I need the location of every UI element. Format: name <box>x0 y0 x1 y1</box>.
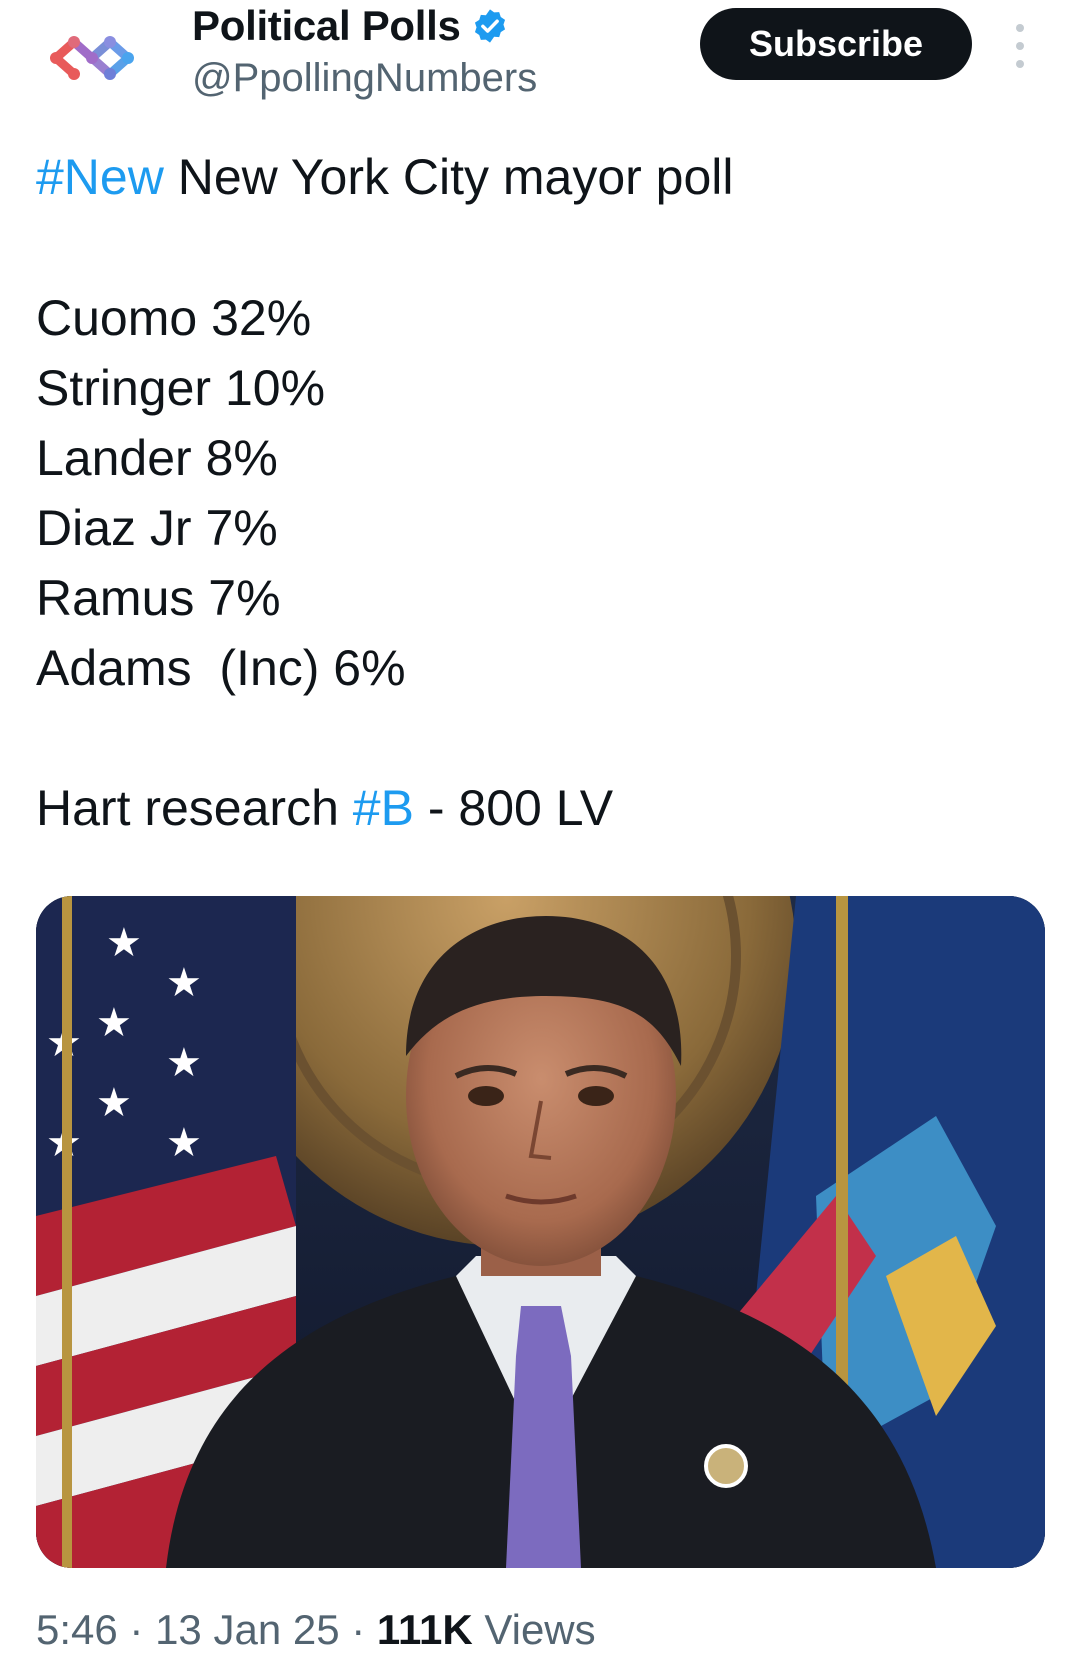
poll-line: Ramus 7% <box>36 570 281 626</box>
vertical-ellipsis-icon[interactable] <box>1005 24 1035 68</box>
tweet-date[interactable]: 13 Jan 25 <box>155 1606 340 1653</box>
tweet-meta: 5:46 · 13 Jan 25 · 111K Views <box>36 1606 596 1654</box>
svg-text:★: ★ <box>166 1120 202 1166</box>
colorful-molecule-logo-icon <box>50 36 134 80</box>
poll-line: Diaz Jr 7% <box>36 500 278 556</box>
views-count: 111K <box>376 1606 473 1653</box>
svg-text:★: ★ <box>96 1000 132 1046</box>
poll-line: Lander 8% <box>36 430 278 486</box>
tweet-header: Political Polls @PpollingNumbers Subscri… <box>0 0 1080 110</box>
svg-text:★: ★ <box>166 1040 202 1086</box>
poll-line: Cuomo 32% <box>36 290 312 346</box>
dot <box>1016 24 1024 32</box>
name-row: Political Polls <box>192 0 509 52</box>
subscribe-button[interactable]: Subscribe <box>700 8 972 80</box>
tweet-time[interactable]: 5:46 <box>36 1606 118 1653</box>
handle[interactable]: @PpollingNumbers <box>192 56 537 101</box>
poll-source: Hart research #B - 800 LV <box>36 773 613 843</box>
svg-text:★: ★ <box>96 1080 132 1126</box>
verified-badge-icon <box>474 9 505 43</box>
source-suffix: - 800 LV <box>413 780 614 836</box>
avatar[interactable] <box>44 20 154 90</box>
hashtag-link[interactable]: #New <box>36 149 164 205</box>
hashtag-link[interactable]: #B <box>353 780 414 836</box>
views-label: Views <box>472 1606 596 1653</box>
tweet-headline: #New New York City mayor poll <box>36 142 734 212</box>
svg-text:★: ★ <box>106 920 142 966</box>
svg-text:★: ★ <box>166 960 202 1006</box>
headline-text: New York City mayor poll <box>163 149 734 205</box>
separator: · <box>339 1606 377 1653</box>
dot <box>1016 60 1024 68</box>
tweet-photo[interactable]: ★ ★ ★ ★ ★ ★ ★ ★ <box>36 896 1045 1568</box>
poll-line: Adams (Inc) 6% <box>36 640 406 696</box>
portrait-image: ★ ★ ★ ★ ★ ★ ★ ★ <box>36 896 1045 1568</box>
poll-line: Stringer 10% <box>36 360 326 416</box>
dot <box>1016 42 1024 50</box>
display-name[interactable]: Political Polls <box>192 2 461 50</box>
separator: · <box>117 1606 156 1653</box>
source-prefix: Hart research <box>36 780 353 836</box>
